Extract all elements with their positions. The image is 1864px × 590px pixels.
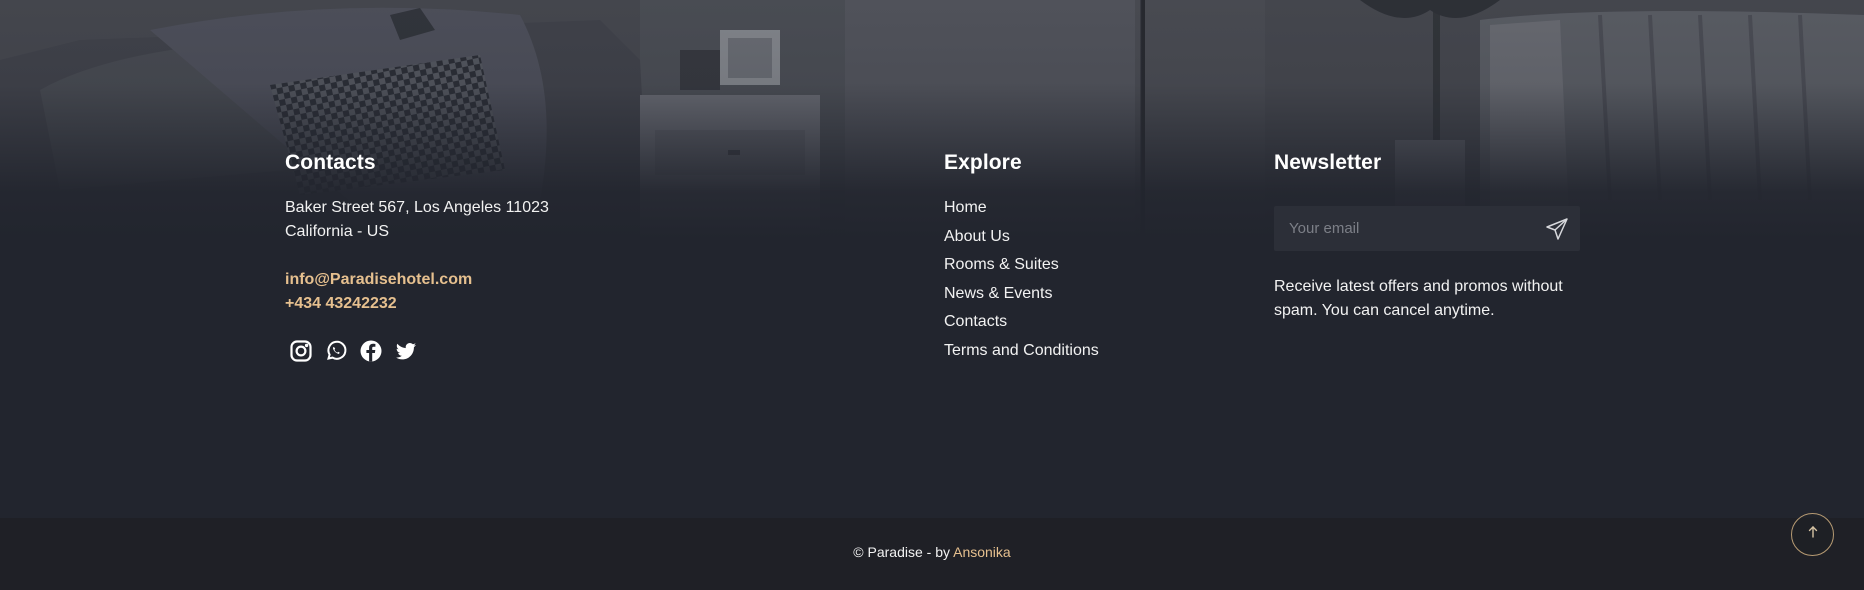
facebook-icon[interactable] bbox=[358, 338, 384, 364]
explore-column: Explore Home About Us Rooms & Suites New… bbox=[944, 150, 1204, 365]
nav-link-rooms-suites[interactable]: Rooms & Suites bbox=[944, 251, 1204, 280]
twitter-icon[interactable] bbox=[393, 338, 419, 364]
footer-main: Contacts Baker Street 567, Los Angeles 1… bbox=[0, 0, 1864, 518]
instagram-icon[interactable] bbox=[288, 338, 314, 364]
back-to-top-button[interactable] bbox=[1791, 513, 1834, 556]
newsletter-column: Newsletter Receive latest offers and pro… bbox=[1274, 150, 1594, 323]
email-link[interactable]: info@Paradisehotel.com bbox=[285, 268, 645, 292]
nav-link-contacts[interactable]: Contacts bbox=[944, 308, 1204, 337]
social-links bbox=[288, 338, 645, 364]
copyright-text: © Paradise - by bbox=[853, 544, 954, 560]
arrow-up-icon bbox=[1806, 525, 1820, 544]
nav-link-news-events[interactable]: News & Events bbox=[944, 280, 1204, 309]
newsletter-description: Receive latest offers and promos without… bbox=[1274, 278, 1563, 319]
whatsapp-icon[interactable] bbox=[323, 338, 349, 364]
contacts-column: Contacts Baker Street 567, Los Angeles 1… bbox=[285, 150, 645, 364]
copyright: © Paradise - by Ansonika bbox=[0, 544, 1864, 560]
author-link[interactable]: Ansonika bbox=[953, 544, 1011, 560]
email-input[interactable] bbox=[1274, 206, 1524, 251]
newsletter-title: Newsletter bbox=[1274, 151, 1382, 174]
explore-title: Explore bbox=[944, 151, 1022, 174]
address: Baker Street 567, Los Angeles 11023 Cali… bbox=[285, 196, 645, 244]
phone-link[interactable]: +434 43242232 bbox=[285, 292, 645, 316]
newsletter-form bbox=[1274, 206, 1580, 251]
explore-links: Home About Us Rooms & Suites News & Even… bbox=[944, 194, 1204, 365]
address-line-1: Baker Street 567, Los Angeles 11023 bbox=[285, 199, 549, 216]
nav-link-terms[interactable]: Terms and Conditions bbox=[944, 337, 1204, 366]
footer-bottom-bar: © Paradise - by Ansonika bbox=[0, 518, 1864, 590]
nav-link-home[interactable]: Home bbox=[944, 194, 1204, 223]
address-line-2: California - US bbox=[285, 223, 390, 240]
nav-link-about-us[interactable]: About Us bbox=[944, 223, 1204, 252]
send-icon[interactable] bbox=[1542, 214, 1572, 244]
contacts-title: Contacts bbox=[285, 151, 376, 174]
contact-links: info@Paradisehotel.com +434 43242232 bbox=[285, 268, 645, 316]
